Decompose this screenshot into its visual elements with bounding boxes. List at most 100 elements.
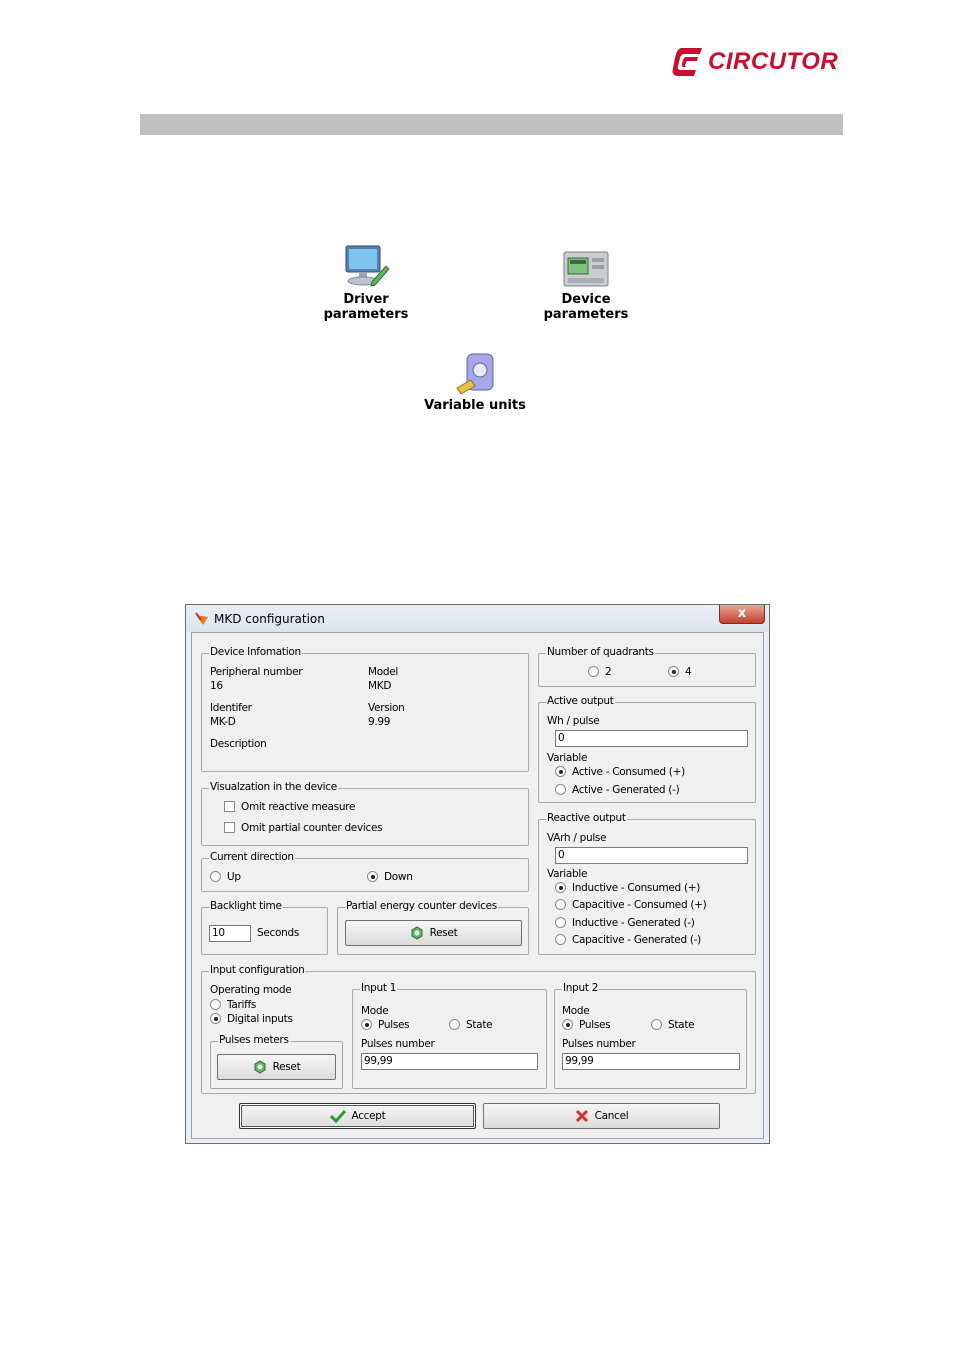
partial-energy-reset-label: Reset (429, 927, 458, 939)
active-consumed-radio[interactable] (555, 766, 566, 777)
close-button[interactable]: x (719, 605, 765, 624)
input-1-pulses-radio[interactable] (361, 1019, 372, 1030)
input-2-pulses-label: Pulses (579, 1019, 611, 1031)
device-information-group: Device Infomation Peripheral number 16 M… (201, 646, 529, 772)
active-generated-label: Active - Generated (-) (572, 784, 680, 796)
dialog-client-area: Device Infomation Peripheral number 16 M… (191, 632, 764, 1139)
quadrants-2-label: 2 (605, 666, 612, 678)
reactive-output-legend: Reactive output (546, 812, 627, 824)
input-1-pulses-label: Pulses (378, 1019, 410, 1031)
backlight-time-group: Backlight time 10 Seconds (201, 900, 328, 955)
monitor-pencil-icon (345, 245, 390, 287)
inductive-consumed-label: Inductive - Consumed (+) (572, 882, 701, 894)
reactive-variable-label: Variable (547, 868, 588, 880)
device-information-legend: Device Infomation (209, 646, 302, 658)
model-value: MKD (368, 680, 392, 692)
brand-name: CIRCUTOR (708, 48, 839, 75)
partial-energy-reset-button[interactable]: Reset (345, 920, 522, 946)
input-1-legend: Input 1 (360, 982, 398, 994)
input-2-state-label: State (668, 1019, 695, 1031)
device-meter-icon (563, 251, 609, 287)
wh-pulse-input[interactable]: 0 (555, 730, 748, 747)
direction-down-label: Down (384, 871, 413, 883)
input-2-state-radio[interactable] (651, 1019, 662, 1030)
input-2-pulses-number-input[interactable]: 99,99 (562, 1053, 740, 1070)
version-label: Version (368, 702, 405, 714)
variable-units-tile[interactable]: Variable units (420, 352, 530, 413)
varh-pulse-input[interactable]: 0 (555, 847, 748, 864)
pulses-meters-reset-button[interactable]: Reset (217, 1054, 336, 1080)
capacitive-generated-radio[interactable] (555, 934, 566, 945)
input-1-state-radio[interactable] (449, 1019, 460, 1030)
partial-energy-group: Partial energy counter devices Reset (337, 900, 529, 955)
identifier-label: Identifer (210, 702, 252, 714)
reactive-output-group: Reactive output VArh / pulse 0 Variable … (538, 812, 756, 955)
visualization-group: Visualzation in the device Omit reactive… (201, 781, 529, 846)
section-header-bar (140, 114, 843, 135)
inductive-generated-radio[interactable] (555, 917, 566, 928)
input-configuration-legend: Input configuration (209, 964, 306, 976)
digital-inputs-radio[interactable] (210, 1013, 221, 1024)
omit-partial-checkbox[interactable] (224, 822, 235, 833)
direction-up-label: Up (227, 871, 241, 883)
input-1-pulses-number-label: Pulses number (361, 1038, 435, 1050)
omit-reactive-label: Omit reactive measure (241, 801, 356, 813)
active-generated-radio[interactable] (555, 784, 566, 795)
quadrants-legend: Number of quadrants (546, 646, 655, 658)
capacitive-generated-label: Capacitive - Generated (-) (572, 934, 701, 946)
input-2-pulses-number-label: Pulses number (562, 1038, 636, 1050)
cancel-button[interactable]: Cancel (483, 1103, 720, 1129)
capacitive-consumed-radio[interactable] (555, 899, 566, 910)
active-output-legend: Active output (546, 695, 615, 707)
backlight-time-legend: Backlight time (209, 900, 283, 912)
direction-down-radio[interactable] (367, 871, 378, 882)
direction-up-radio[interactable] (210, 871, 221, 882)
digital-inputs-label: Digital inputs (227, 1013, 293, 1025)
active-consumed-label: Active - Consumed (+) (572, 766, 685, 778)
accept-button[interactable]: Accept (239, 1103, 476, 1129)
wh-pulse-label: Wh / pulse (547, 715, 600, 727)
dialog-titlebar[interactable]: MKD configuration x (186, 605, 769, 632)
driver-parameters-label: Driver parameters (323, 292, 409, 322)
device-parameters-label: Device parameters (543, 292, 629, 322)
operating-mode-label: Operating mode (210, 984, 292, 996)
device-parameters-tile[interactable]: Device parameters (520, 250, 652, 322)
pulses-meters-group: Pulses meters Reset (210, 1034, 343, 1089)
active-variable-label: Variable (547, 752, 588, 764)
quadrants-4-radio[interactable] (668, 666, 679, 677)
current-direction-legend: Current direction (209, 851, 295, 863)
variable-units-label: Variable units (424, 398, 526, 413)
identifier-value: MK-D (210, 716, 236, 728)
model-label: Model (368, 666, 399, 678)
current-direction-group: Current direction Up Down (201, 851, 529, 892)
omit-reactive-checkbox[interactable] (224, 801, 235, 812)
varh-pulse-label: VArh / pulse (547, 832, 607, 844)
active-output-group: Active output Wh / pulse 0 Variable Acti… (538, 695, 756, 803)
capacitive-consumed-label: Capacitive - Consumed (+) (572, 899, 707, 911)
inductive-consumed-radio[interactable] (555, 882, 566, 893)
cross-icon (575, 1109, 588, 1123)
dialog-title: MKD configuration (214, 612, 325, 626)
input-1-pulses-number-input[interactable]: 99,99 (361, 1053, 538, 1070)
mkd-configuration-dialog: MKD configuration x Device Infomation Pe… (185, 604, 770, 1144)
pulses-meters-reset-label: Reset (272, 1061, 301, 1073)
omit-partial-label: Omit partial counter devices (241, 822, 383, 834)
pulses-meters-legend: Pulses meters (218, 1034, 290, 1046)
driver-parameters-tile[interactable]: Driver parameters (305, 244, 427, 322)
app-icon (195, 612, 208, 625)
input-1-group: Input 1 Mode Pulses State Pulses number … (352, 982, 547, 1089)
input-2-pulses-radio[interactable] (562, 1019, 573, 1030)
input-1-state-label: State (466, 1019, 493, 1031)
description-label: Description (210, 738, 267, 750)
partial-energy-legend: Partial energy counter devices (345, 900, 498, 912)
cancel-label: Cancel (594, 1110, 629, 1122)
quadrants-2-radio[interactable] (588, 666, 599, 677)
reset-icon (411, 926, 423, 940)
backlight-time-input[interactable]: 10 (209, 925, 251, 942)
version-value: 9.99 (368, 716, 391, 728)
accept-label: Accept (351, 1110, 386, 1122)
reset-icon (254, 1060, 266, 1074)
input-configuration-group: Input configuration Operating mode Tarif… (201, 964, 756, 1094)
input-2-legend: Input 2 (562, 982, 600, 994)
tariffs-radio[interactable] (210, 999, 221, 1010)
